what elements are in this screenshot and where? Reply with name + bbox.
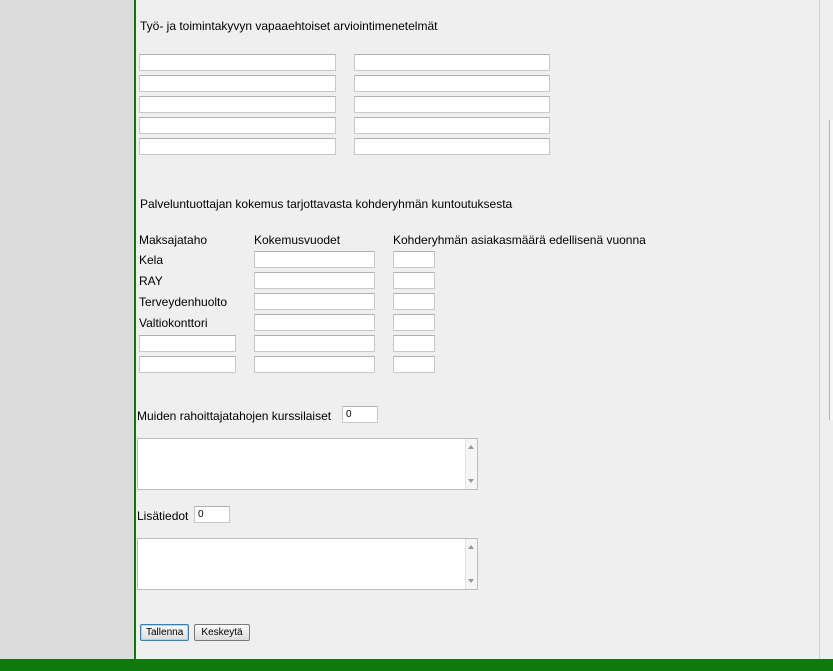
payer-label-terveydenhuolto: Terveydenhuolto xyxy=(139,295,228,309)
cancel-button[interactable]: Keskeytä xyxy=(194,624,250,641)
additional-info-label: Lisätiedot xyxy=(137,509,189,523)
method-input-5-right[interactable] xyxy=(354,138,550,155)
form-content: Työ- ja toimintakyvyn vapaaehtoiset arvi… xyxy=(136,0,819,659)
bottom-frame-bar xyxy=(0,659,833,671)
method-input-1-right[interactable] xyxy=(354,54,550,71)
method-input-3-right[interactable] xyxy=(354,96,550,113)
scroll-down-arrow-icon[interactable] xyxy=(468,579,474,583)
payer-label-kela: Kela xyxy=(139,253,164,267)
additional-info-count-input[interactable] xyxy=(194,506,230,523)
clients-input-ray[interactable] xyxy=(393,272,435,289)
other-funders-count-input[interactable] xyxy=(342,406,378,423)
scroll-down-arrow-icon[interactable] xyxy=(468,479,474,483)
save-button[interactable]: Tallenna xyxy=(140,624,189,641)
years-input-ray[interactable] xyxy=(254,272,375,289)
clients-input-terveydenhuolto[interactable] xyxy=(393,293,435,310)
col-header-clients: Kohderyhmän asiakasmäärä edellisenä vuon… xyxy=(393,233,646,247)
payer-input-extra-2[interactable] xyxy=(139,356,236,373)
right-edge-panel xyxy=(819,0,833,659)
payer-input-extra-1[interactable] xyxy=(139,335,236,352)
other-funders-textarea[interactable] xyxy=(137,438,478,490)
scroll-up-arrow-icon[interactable] xyxy=(468,445,474,449)
textarea-scrollbar[interactable] xyxy=(465,439,477,489)
clients-input-valtiokonttori[interactable] xyxy=(393,314,435,331)
payer-label-valtiokonttori: Valtiokonttori xyxy=(139,316,208,330)
col-header-years: Kokemusvuodet xyxy=(254,233,341,247)
years-input-extra-1[interactable] xyxy=(254,335,375,352)
method-input-4-right[interactable] xyxy=(354,117,550,134)
method-input-3-left[interactable] xyxy=(139,96,336,113)
scroll-up-arrow-icon[interactable] xyxy=(468,545,474,549)
years-input-terveydenhuolto[interactable] xyxy=(254,293,375,310)
years-input-extra-2[interactable] xyxy=(254,356,375,373)
other-funders-label: Muiden rahoittajatahojen kurssilaiset xyxy=(137,409,332,423)
textarea-scrollbar[interactable] xyxy=(465,539,477,589)
method-input-1-left[interactable] xyxy=(139,54,336,71)
clients-input-extra-1[interactable] xyxy=(393,335,435,352)
clients-input-kela[interactable] xyxy=(393,251,435,268)
years-input-kela[interactable] xyxy=(254,251,375,268)
clients-input-extra-2[interactable] xyxy=(393,356,435,373)
payer-label-ray: RAY xyxy=(139,274,163,288)
methods-heading: Työ- ja toimintakyvyn vapaaehtoiset arvi… xyxy=(140,19,438,33)
method-input-5-left[interactable] xyxy=(139,138,336,155)
left-sidebar xyxy=(0,0,134,659)
right-edge-handle xyxy=(829,120,833,420)
experience-heading: Palveluntuottajan kokemus tarjottavasta … xyxy=(140,197,513,211)
method-input-2-right[interactable] xyxy=(354,75,550,92)
method-input-4-left[interactable] xyxy=(139,117,336,134)
additional-info-textarea[interactable] xyxy=(137,538,478,590)
col-header-payer: Maksajataho xyxy=(139,233,208,247)
years-input-valtiokonttori[interactable] xyxy=(254,314,375,331)
method-input-2-left[interactable] xyxy=(139,75,336,92)
